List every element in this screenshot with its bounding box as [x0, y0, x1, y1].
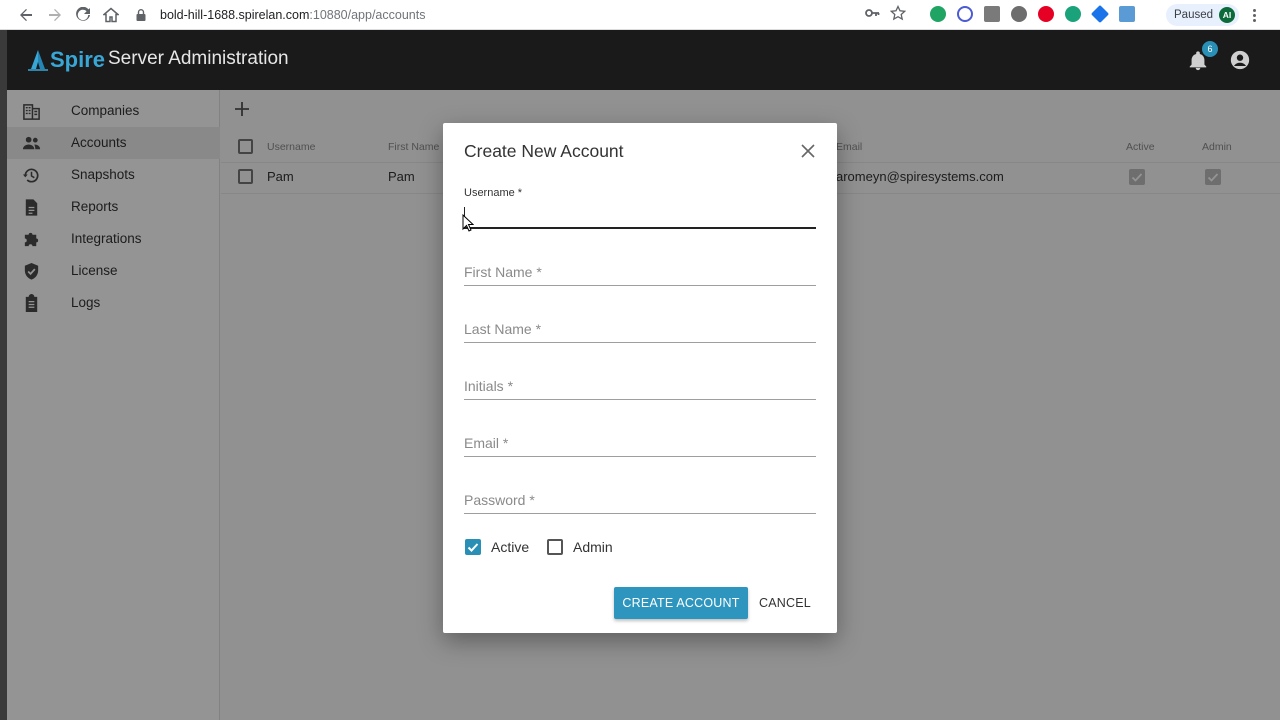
spire-logo[interactable]: Spire	[28, 47, 105, 73]
last-name-field[interactable]: Last Name *	[464, 320, 816, 344]
active-checkbox[interactable]	[465, 539, 481, 555]
back-icon[interactable]	[12, 1, 40, 29]
star-icon[interactable]	[890, 5, 906, 21]
lock-icon	[136, 9, 146, 21]
extension-pen-icon[interactable]	[1119, 6, 1135, 22]
mouse-cursor-icon	[462, 214, 474, 232]
home-icon[interactable]	[97, 1, 125, 29]
extension-badge-icon[interactable]	[1065, 6, 1081, 22]
initials-label: Initials *	[464, 378, 514, 394]
first-name-field[interactable]: First Name *	[464, 263, 816, 287]
logo-text: Spire	[50, 47, 106, 72]
url-host: bold-hill-1688.spirelan.com	[160, 8, 310, 22]
cancel-button[interactable]: CANCEL	[754, 587, 816, 619]
initials-underline	[464, 399, 816, 400]
password-underline	[464, 513, 816, 514]
email-field[interactable]: Email *	[464, 434, 816, 458]
email-label: Email *	[464, 435, 509, 451]
key-icon[interactable]	[864, 5, 880, 21]
active-label[interactable]: Active	[491, 539, 529, 555]
address-bar[interactable]: bold-hill-1688.spirelan.com:10880/app/ac…	[134, 3, 924, 27]
admin-checkbox[interactable]	[547, 539, 563, 555]
extension-hangouts-icon[interactable]	[930, 6, 946, 22]
extension-grammar-icon[interactable]	[984, 6, 1000, 22]
app-header: Spire Server Administration 6	[7, 30, 1280, 90]
dialog-title: Create New Account	[464, 141, 624, 161]
reload-icon[interactable]	[69, 1, 97, 29]
extension-pinterest-icon[interactable]	[1038, 6, 1054, 22]
browser-toolbar: bold-hill-1688.spirelan.com:10880/app/ac…	[0, 0, 1280, 30]
extension-circle-icon[interactable]	[1011, 6, 1027, 22]
username-underline	[464, 227, 816, 229]
desktop-edge	[0, 30, 7, 720]
username-label: Username *	[464, 187, 523, 199]
first-name-label: First Name *	[464, 264, 542, 280]
close-icon[interactable]	[800, 143, 816, 159]
create-account-dialog: Create New Account Username * First Name…	[443, 123, 837, 633]
admin-label[interactable]: Admin	[573, 539, 613, 555]
password-field[interactable]: Password *	[464, 491, 816, 515]
extension-target-icon[interactable]	[957, 6, 973, 22]
email-underline	[464, 456, 816, 457]
username-field[interactable]: Username *	[464, 187, 816, 231]
account-circle-icon[interactable]	[1229, 49, 1251, 71]
spire-logo-icon	[28, 50, 48, 71]
notification-badge: 6	[1202, 41, 1218, 57]
profile-avatar: AI	[1219, 7, 1236, 23]
initials-field[interactable]: Initials *	[464, 377, 816, 401]
first-name-underline	[464, 285, 816, 286]
last-name-underline	[464, 342, 816, 343]
page-title: Server Administration	[108, 48, 289, 69]
create-account-button[interactable]: CREATE ACCOUNT	[614, 587, 748, 619]
profile-status: Paused	[1174, 9, 1214, 21]
extension-diamond-icon[interactable]	[1090, 4, 1110, 24]
last-name-label: Last Name *	[464, 321, 542, 337]
browser-menu-icon[interactable]	[1246, 6, 1262, 24]
forward-icon[interactable]	[41, 1, 69, 29]
profile-button[interactable]: Paused AI	[1166, 4, 1240, 26]
url-path: :10880/app/accounts	[309, 8, 426, 22]
password-label: Password *	[464, 492, 535, 508]
